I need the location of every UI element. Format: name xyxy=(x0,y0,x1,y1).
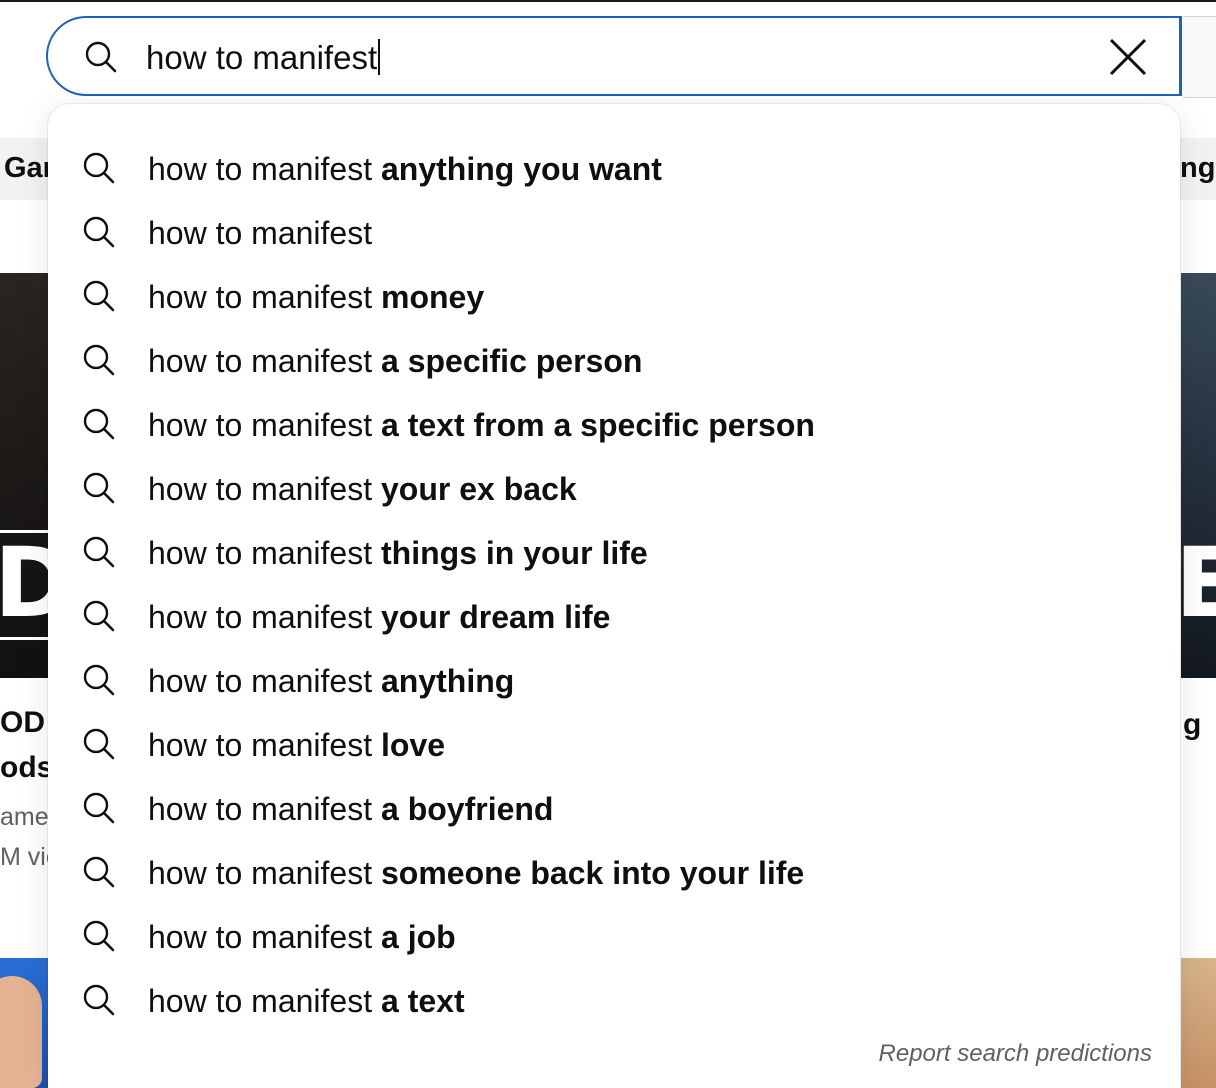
suggestion-text: how to manifest someone back into your l… xyxy=(148,853,804,893)
suggestion-prefix: how to manifest xyxy=(148,471,373,507)
search-icon xyxy=(83,344,115,376)
search-box[interactable]: how to manifest xyxy=(46,16,1182,96)
suggestion-prefix: how to manifest xyxy=(148,791,373,827)
suggestion-item[interactable]: how to manifest love xyxy=(48,713,1180,777)
suggestion-prefix: how to manifest xyxy=(148,215,373,251)
suggestion-item[interactable]: how to manifest xyxy=(48,201,1180,265)
chip-label: Gar xyxy=(4,152,54,184)
search-icon xyxy=(83,728,115,760)
suggestion-text: how to manifest anything you want xyxy=(148,149,662,189)
text-caret xyxy=(378,39,381,75)
suggestion-completion: anything xyxy=(372,663,515,699)
thumbnail-person xyxy=(0,976,42,1088)
suggestion-text: how to manifest your dream life xyxy=(148,597,610,637)
suggestion-completion: money xyxy=(372,279,485,315)
suggestion-text: how to manifest money xyxy=(148,277,484,317)
report-search-predictions-link[interactable]: Report search predictions xyxy=(879,1040,1152,1068)
suggestion-item[interactable]: how to manifest things in your life xyxy=(48,521,1180,585)
suggestion-completion: a job xyxy=(372,919,456,955)
search-icon xyxy=(83,472,115,504)
suggestion-text: how to manifest a text from a specific p… xyxy=(148,405,815,445)
video-title[interactable]: g xyxy=(1183,708,1201,742)
search-icon xyxy=(83,408,115,440)
suggestion-completion: someone back into your life xyxy=(372,855,805,891)
search-icon xyxy=(83,536,115,568)
suggestion-item[interactable]: how to manifest a specific person xyxy=(48,329,1180,393)
suggestion-prefix: how to manifest xyxy=(148,855,373,891)
suggestion-item[interactable]: how to manifest your ex back xyxy=(48,457,1180,521)
video-thumbnail[interactable]: E xyxy=(1181,273,1216,678)
search-icon xyxy=(83,152,115,184)
suggestion-prefix: how to manifest xyxy=(148,279,373,315)
suggestion-completion: a text from a specific person xyxy=(372,407,815,443)
suggestion-text: how to manifest xyxy=(148,213,372,253)
suggestion-item[interactable]: how to manifest a text from a specific p… xyxy=(48,393,1180,457)
suggestion-prefix: how to manifest xyxy=(148,407,373,443)
suggestion-prefix: how to manifest xyxy=(148,151,373,187)
suggestion-completion: love xyxy=(372,727,446,763)
suggestion-text: how to manifest a text xyxy=(148,981,465,1021)
suggestion-text: how to manifest anything xyxy=(148,661,514,701)
search-query-text: how to manifest xyxy=(146,39,378,76)
video-title[interactable]: ods xyxy=(0,751,53,785)
search-icon xyxy=(85,41,117,73)
search-icon xyxy=(83,280,115,312)
suggestion-completion: a boyfriend xyxy=(372,791,554,827)
suggestion-item[interactable]: how to manifest a text xyxy=(48,969,1180,1033)
suggestion-prefix: how to manifest xyxy=(148,343,373,379)
suggestion-text: how to manifest a job xyxy=(148,917,456,957)
suggestion-item[interactable]: how to manifest money xyxy=(48,265,1180,329)
suggestion-completion: things in your life xyxy=(372,535,648,571)
suggestion-completion: anything you want xyxy=(372,151,662,187)
suggestion-completion: your ex back xyxy=(372,471,577,507)
thumbnail-text: E xyxy=(1181,527,1216,639)
search-suggestions-dropdown: Report search predictions how to manifes… xyxy=(48,104,1180,1088)
search-icon xyxy=(83,856,115,888)
video-thumbnail[interactable] xyxy=(1181,958,1216,1088)
suggestion-prefix: how to manifest xyxy=(148,727,373,763)
suggestion-item[interactable]: how to manifest your dream life xyxy=(48,585,1180,649)
suggestion-item[interactable]: how to manifest a job xyxy=(48,905,1180,969)
suggestion-completion: your dream life xyxy=(372,599,611,635)
search-icon xyxy=(83,920,115,952)
suggestion-text: how to manifest a specific person xyxy=(148,341,642,381)
suggestion-prefix: how to manifest xyxy=(148,663,373,699)
search-button[interactable] xyxy=(1183,16,1216,98)
suggestion-item[interactable]: how to manifest anything you want xyxy=(48,137,1180,201)
suggestion-text: how to manifest a boyfriend xyxy=(148,789,553,829)
suggestion-item[interactable]: how to manifest anything xyxy=(48,649,1180,713)
search-icon xyxy=(83,792,115,824)
chip-label: ng xyxy=(1180,152,1216,184)
suggestion-prefix: how to manifest xyxy=(148,919,373,955)
suggestion-prefix: how to manifest xyxy=(148,599,373,635)
window-top-border xyxy=(0,0,1216,2)
search-icon xyxy=(83,664,115,696)
close-icon[interactable] xyxy=(1107,36,1149,78)
thumbnail-text: D xyxy=(0,527,48,639)
search-icon xyxy=(83,216,115,248)
search-input[interactable]: how to manifest xyxy=(146,38,381,78)
suggestion-prefix: how to manifest xyxy=(148,983,373,1019)
channel-name[interactable]: ame xyxy=(0,803,49,832)
suggestion-text: how to manifest things in your life xyxy=(148,533,648,573)
search-icon xyxy=(83,600,115,632)
search-icon xyxy=(83,984,115,1016)
thumbnail-decoration xyxy=(0,637,48,640)
suggestion-text: how to manifest love xyxy=(148,725,445,765)
suggestion-item[interactable]: how to manifest a boyfriend xyxy=(48,777,1180,841)
suggestion-item[interactable]: how to manifest someone back into your l… xyxy=(48,841,1180,905)
suggestion-completion: a text xyxy=(372,983,465,1019)
suggestion-completion: a specific person xyxy=(372,343,643,379)
video-thumbnail[interactable]: D xyxy=(0,273,48,678)
suggestion-text: how to manifest your ex back xyxy=(148,469,577,509)
video-thumbnail[interactable] xyxy=(0,958,48,1088)
suggestion-prefix: how to manifest xyxy=(148,535,373,571)
